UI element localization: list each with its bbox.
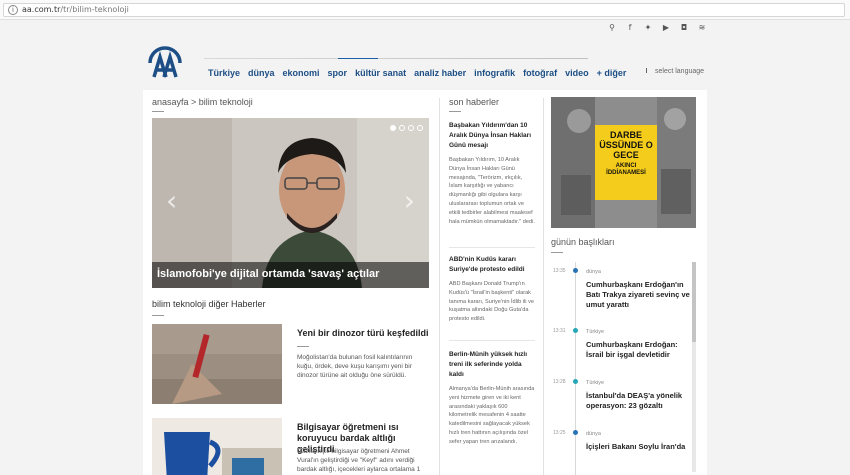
timeline-dot — [573, 328, 578, 333]
timeline-time: 13:25 — [553, 430, 566, 436]
latest-news-desc: Başbakan Yıldırım, 10 Aralık Dünya İnsan… — [449, 157, 535, 225]
nav-item[interactable]: dünya — [248, 68, 275, 78]
aa-logo[interactable] — [146, 43, 184, 81]
hero-slider[interactable]: ‹ › İslamofobi'ye dijital ortamda 'savaş… — [152, 118, 429, 288]
next-arrow-icon[interactable]: › — [404, 184, 415, 217]
twitter-icon[interactable]: ✦ — [644, 23, 652, 32]
news-desc: Gaziantepli bilgisayar öğretmeni Ahmet V… — [297, 448, 421, 473]
address-bar[interactable]: i aa.com.tr/tr/bilim-teknoloji — [3, 3, 845, 17]
hero-caption[interactable]: İslamofobi'ye dijital ortamda 'savaş' aç… — [152, 262, 429, 288]
timeline-dot — [573, 430, 578, 435]
latest-news-desc: Almanya'da Berlin-Münih arasında yeni hi… — [449, 386, 535, 445]
promo-box: DARBE ÜSSÜNDE O GECE AKINCI İDDİANAMESİ — [595, 125, 657, 200]
timeline-time: 13:31 — [553, 328, 566, 334]
facebook-icon[interactable]: f — [626, 23, 634, 32]
timeline-title[interactable]: İstanbul'da DEAŞ'a yönelik operasyon: 23… — [586, 391, 690, 411]
latest-news-headline[interactable]: ABD'nin Kudüs kararı Suriye'de protesto … — [449, 255, 535, 275]
latest-news-item[interactable]: Başbakan Yıldırım'dan 10 Aralık Dünya İn… — [449, 121, 535, 226]
news-title[interactable]: Yeni bir dinozor türü keşfedildi — [297, 328, 429, 339]
nav-item[interactable]: video — [565, 68, 589, 78]
timeline-scrollbar[interactable] — [692, 262, 696, 472]
social-links: ⚲ f ✦ ▶ ◘ ≋ — [608, 23, 706, 32]
nav-item-more[interactable]: + diğer — [597, 68, 627, 78]
url-text[interactable]: aa.com.tr/tr/bilim-teknoloji — [22, 5, 129, 14]
nav-item[interactable]: fotoğraf — [523, 68, 557, 78]
timeline-title[interactable]: Cumhurbaşkanı Erdoğan: İsrail bir işgal … — [586, 340, 690, 360]
timeline-title[interactable]: İçişleri Bakanı Soylu İran'da — [586, 442, 690, 452]
rss-icon[interactable]: ≋ — [698, 23, 706, 32]
timeline-title[interactable]: Cumhurbaşkanı Erdoğan'ın Batı Trakya ziy… — [586, 280, 690, 310]
browser-toolbar: i aa.com.tr/tr/bilim-teknoloji — [0, 0, 850, 20]
flag-icon — [646, 68, 651, 73]
timeline-category: dünya — [586, 269, 601, 275]
slider-dot[interactable] — [408, 125, 414, 131]
nav-item[interactable]: ekonomi — [283, 68, 320, 78]
site-header: ⚲ f ✦ ▶ ◘ ≋ Türkiye dünya ekonomi spor k… — [0, 20, 850, 90]
prev-arrow-icon[interactable]: ‹ — [166, 184, 177, 217]
slider-dots — [390, 125, 423, 131]
slider-dot[interactable] — [399, 125, 405, 131]
slider-dot[interactable] — [390, 125, 396, 131]
main-nav: Türkiye dünya ekonomi spor kültür sanat … — [208, 68, 626, 78]
promo-banner[interactable]: DARBE ÜSSÜNDE O GECE AKINCI İDDİANAMESİ — [551, 97, 696, 228]
nav-item[interactable]: analiz haber — [414, 68, 466, 78]
info-icon[interactable]: i — [8, 5, 18, 15]
youtube-icon[interactable]: ▶ — [662, 23, 670, 32]
section-title: bilim teknoloji diğer Haberler — [152, 299, 266, 309]
scrollbar-thumb[interactable] — [692, 262, 696, 342]
promo-title: DARBE ÜSSÜNDE O GECE — [599, 130, 653, 160]
timeline-dot — [573, 379, 578, 384]
latest-news-title: son haberler — [449, 97, 500, 107]
nav-item[interactable]: Türkiye — [208, 68, 240, 78]
instagram-icon[interactable]: ◘ — [680, 23, 688, 32]
search-icon[interactable]: ⚲ — [608, 23, 616, 32]
headlines-timeline: 13:35 dünya Cumhurbaşkanı Erdoğan'ın Bat… — [551, 262, 696, 475]
slider-dot[interactable] — [417, 125, 423, 131]
timeline-category: Türkiye — [586, 329, 605, 335]
timeline-category: dünya — [586, 431, 601, 437]
nav-item[interactable]: infografik — [474, 68, 515, 78]
breadcrumb[interactable]: anasayfa > bilim teknoloji — [152, 97, 253, 107]
latest-news-headline[interactable]: Berlin-Münih yüksek hızlı treni ilk sefe… — [449, 350, 535, 380]
headlines-title: günün başlıkları — [551, 237, 615, 247]
news-desc: Moğolistan'da bulunan fosil kalıntıların… — [297, 354, 413, 379]
promo-subtitle: AKINCI İDDİANAMESİ — [606, 163, 646, 176]
timeline-category: Türkiye — [586, 380, 605, 386]
latest-news-item[interactable]: ABD'nin Kudüs kararı Suriye'de protesto … — [449, 255, 535, 324]
column-divider — [543, 98, 544, 475]
nav-item[interactable]: spor — [328, 68, 348, 78]
nav-divider — [204, 58, 588, 59]
timeline-dot — [573, 268, 578, 273]
timeline-time: 13:35 — [553, 268, 566, 274]
news-thumbnail[interactable] — [152, 324, 282, 404]
latest-news-headline[interactable]: Başbakan Yıldırım'dan 10 Aralık Dünya İn… — [449, 121, 535, 151]
news-thumbnail[interactable] — [152, 418, 282, 475]
latest-news-item[interactable]: Berlin-Münih yüksek hızlı treni ilk sefe… — [449, 350, 535, 447]
latest-news-desc: ABD Başkanı Donald Trump'ın Kudüs'ü "İsr… — [449, 281, 535, 323]
nav-item[interactable]: kültür sanat — [355, 68, 406, 78]
column-divider — [439, 98, 440, 475]
language-selector[interactable]: select language — [646, 68, 704, 75]
content-panel: anasayfa > bilim teknoloji ‹ › İslamofob… — [143, 90, 707, 475]
timeline-time: 13:28 — [553, 379, 566, 385]
